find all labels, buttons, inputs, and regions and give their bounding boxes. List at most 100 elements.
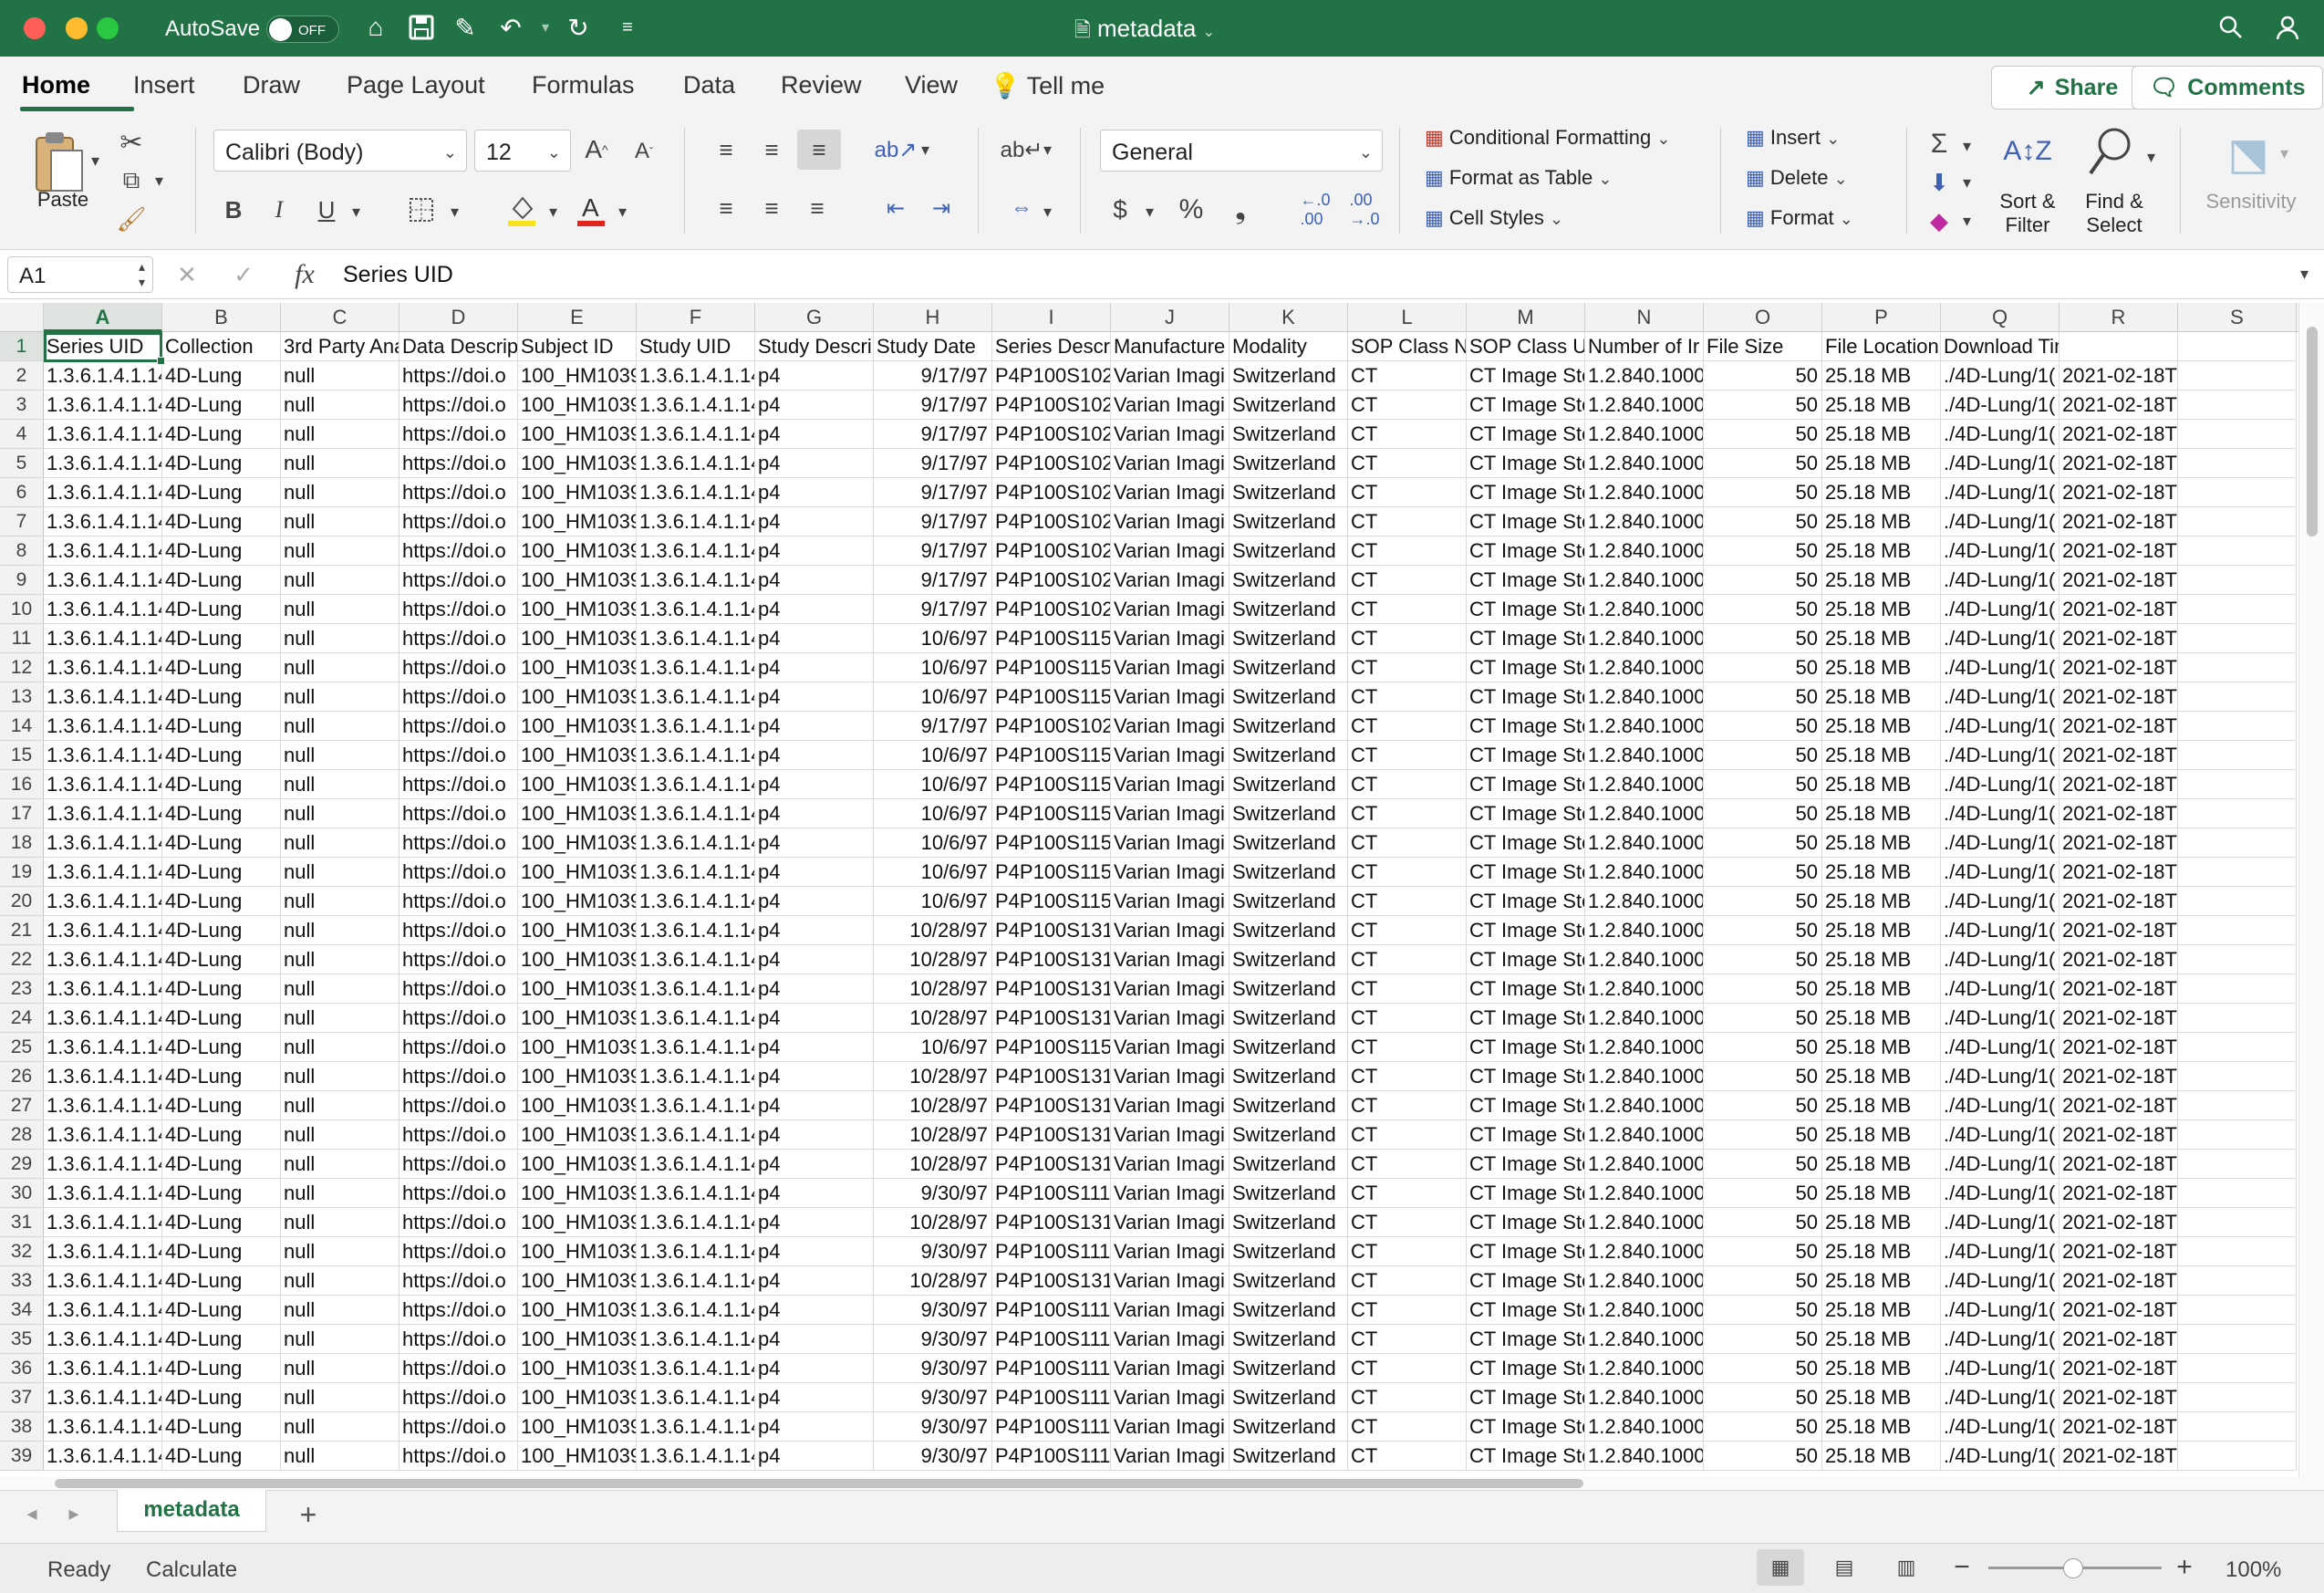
cell[interactable]: 1.3.6.1.4.1.14 xyxy=(44,1237,162,1266)
cell[interactable]: null xyxy=(281,916,399,945)
cell[interactable]: ./4D-Lung/1( xyxy=(1941,624,2059,653)
cell[interactable]: 4D-Lung xyxy=(162,1442,281,1471)
name-box[interactable]: A1 ▴ ▾ xyxy=(7,256,153,293)
header-cell[interactable]: File Size xyxy=(1704,332,1822,361)
cell[interactable]: 4D-Lung xyxy=(162,420,281,449)
cell[interactable]: 1.3.6.1.4.1.14 xyxy=(44,1412,162,1442)
cell[interactable]: 1.3.6.1.4.1.14 xyxy=(44,1296,162,1325)
cell[interactable]: Switzerland xyxy=(1229,1062,1348,1091)
cell[interactable]: 1.3.6.1.4.1.14 xyxy=(637,1237,755,1266)
cell[interactable]: https://doi.o xyxy=(399,858,518,887)
cell[interactable]: 25.18 MB xyxy=(1822,682,1941,712)
cell[interactable]: CT Image Sto xyxy=(1467,712,1585,741)
cell[interactable]: null xyxy=(281,1354,399,1383)
cell[interactable]: 1.3.6.1.4.1.14 xyxy=(637,712,755,741)
cell[interactable]: CT Image Sto xyxy=(1467,974,1585,1004)
vertical-scrollbar[interactable] xyxy=(2298,303,2324,1477)
cell[interactable]: 2021-02-18T12:25:52.951 xyxy=(2059,828,2178,858)
cell[interactable]: 10/6/97 xyxy=(874,799,992,828)
cell[interactable]: null xyxy=(281,449,399,478)
cell[interactable]: CT xyxy=(1348,1237,1467,1266)
cell[interactable]: ./4D-Lung/1( xyxy=(1941,420,2059,449)
cell[interactable] xyxy=(2178,1179,2297,1208)
row-header-4[interactable]: 4 xyxy=(0,420,44,449)
tab-insert[interactable]: Insert xyxy=(133,71,195,99)
row-header-6[interactable]: 6 xyxy=(0,478,44,507)
row-header-19[interactable]: 19 xyxy=(0,858,44,887)
cell[interactable]: 1.3.6.1.4.1.14 xyxy=(637,974,755,1004)
cell[interactable]: 50 xyxy=(1704,858,1822,887)
cell[interactable]: null xyxy=(281,390,399,420)
cell[interactable]: CT xyxy=(1348,1062,1467,1091)
cell[interactable]: 2021-02-18T12:26:28.951 xyxy=(2059,1237,2178,1266)
cell[interactable]: 1.2.840.1000 xyxy=(1585,741,1704,770)
cell[interactable]: CT xyxy=(1348,653,1467,682)
cell[interactable]: 50 xyxy=(1704,1120,1822,1150)
cell[interactable]: Switzerland xyxy=(1229,1120,1348,1150)
cell[interactable]: 9/17/97 xyxy=(874,361,992,390)
cell[interactable]: CT xyxy=(1348,1208,1467,1237)
cell[interactable]: null xyxy=(281,858,399,887)
cell[interactable]: P4P100S111I xyxy=(992,1296,1111,1325)
cell[interactable]: Varian Imagi xyxy=(1111,1062,1229,1091)
header-cell[interactable]: Study Descri xyxy=(755,332,874,361)
row-header-5[interactable]: 5 xyxy=(0,449,44,478)
cell[interactable]: P4P100S115I xyxy=(992,799,1111,828)
cell[interactable]: Switzerland xyxy=(1229,595,1348,624)
cell[interactable]: ./4D-Lung/1( xyxy=(1941,770,2059,799)
cell[interactable]: 25.18 MB xyxy=(1822,361,1941,390)
header-cell[interactable]: File Location xyxy=(1822,332,1941,361)
row-header-13[interactable]: 13 xyxy=(0,682,44,712)
autosum-icon[interactable]: Σ xyxy=(1921,128,1957,161)
cell[interactable]: 50 xyxy=(1704,595,1822,624)
cell[interactable]: 1.2.840.1000 xyxy=(1585,916,1704,945)
cell[interactable]: 25.18 MB xyxy=(1822,799,1941,828)
cell[interactable]: P4P100S131I xyxy=(992,974,1111,1004)
cell[interactable]: P4P100S111I xyxy=(992,1412,1111,1442)
row-header-25[interactable]: 25 xyxy=(0,1033,44,1062)
header-cell[interactable]: 3rd Party Ana xyxy=(281,332,399,361)
cell[interactable]: https://doi.o xyxy=(399,361,518,390)
row-header-26[interactable]: 26 xyxy=(0,1062,44,1091)
cell[interactable]: CT xyxy=(1348,536,1467,566)
expand-formula-bar-icon[interactable]: ▾ xyxy=(2300,265,2308,284)
cell[interactable]: 1.2.840.1000 xyxy=(1585,1062,1704,1091)
cell[interactable]: 100_HM1039 xyxy=(518,974,637,1004)
cell[interactable]: Switzerland xyxy=(1229,741,1348,770)
cell[interactable]: 1.2.840.1000 xyxy=(1585,420,1704,449)
zoom-in-icon[interactable]: + xyxy=(2171,1551,2198,1584)
cell[interactable]: null xyxy=(281,799,399,828)
cell[interactable]: 100_HM1039 xyxy=(518,507,637,536)
cell[interactable]: 25.18 MB xyxy=(1822,507,1941,536)
cell[interactable]: Varian Imagi xyxy=(1111,653,1229,682)
cell[interactable] xyxy=(2178,624,2297,653)
column-header-N[interactable]: N xyxy=(1585,303,1704,332)
cell[interactable]: 50 xyxy=(1704,1237,1822,1266)
paste-dropdown-icon[interactable]: ▾ xyxy=(91,151,99,171)
cell[interactable]: CT xyxy=(1348,945,1467,974)
header-cell[interactable]: Study Date xyxy=(874,332,992,361)
cell[interactable]: 50 xyxy=(1704,1033,1822,1062)
cell[interactable]: 4D-Lung xyxy=(162,478,281,507)
cell[interactable]: ./4D-Lung/1( xyxy=(1941,1208,2059,1237)
cell[interactable]: Switzerland xyxy=(1229,361,1348,390)
cell[interactable]: P4P100S131I xyxy=(992,1266,1111,1296)
borders-dropdown-icon[interactable]: ▾ xyxy=(451,203,459,222)
cell[interactable]: Varian Imagi xyxy=(1111,390,1229,420)
cell[interactable]: 9/30/97 xyxy=(874,1237,992,1266)
row-header-29[interactable]: 29 xyxy=(0,1150,44,1179)
cell[interactable]: ./4D-Lung/1( xyxy=(1941,1383,2059,1412)
scroll-sheets-left-icon[interactable]: ◂ xyxy=(18,1500,46,1527)
font-color-dropdown-icon[interactable]: ▾ xyxy=(618,203,627,222)
cell[interactable]: p4 xyxy=(755,653,874,682)
cell[interactable]: CT Image Sto xyxy=(1467,653,1585,682)
cell[interactable]: 2021-02-18T12:25:33.663 xyxy=(2059,566,2178,595)
row-header-9[interactable]: 9 xyxy=(0,566,44,595)
cell[interactable]: p4 xyxy=(755,536,874,566)
cell[interactable]: 1.2.840.1000 xyxy=(1585,682,1704,712)
cell[interactable] xyxy=(2178,1325,2297,1354)
cell[interactable]: 100_HM1039 xyxy=(518,536,637,566)
cell[interactable]: 1.2.840.1000 xyxy=(1585,1237,1704,1266)
cell[interactable]: 1.3.6.1.4.1.14 xyxy=(44,974,162,1004)
cell[interactable]: Varian Imagi xyxy=(1111,1150,1229,1179)
